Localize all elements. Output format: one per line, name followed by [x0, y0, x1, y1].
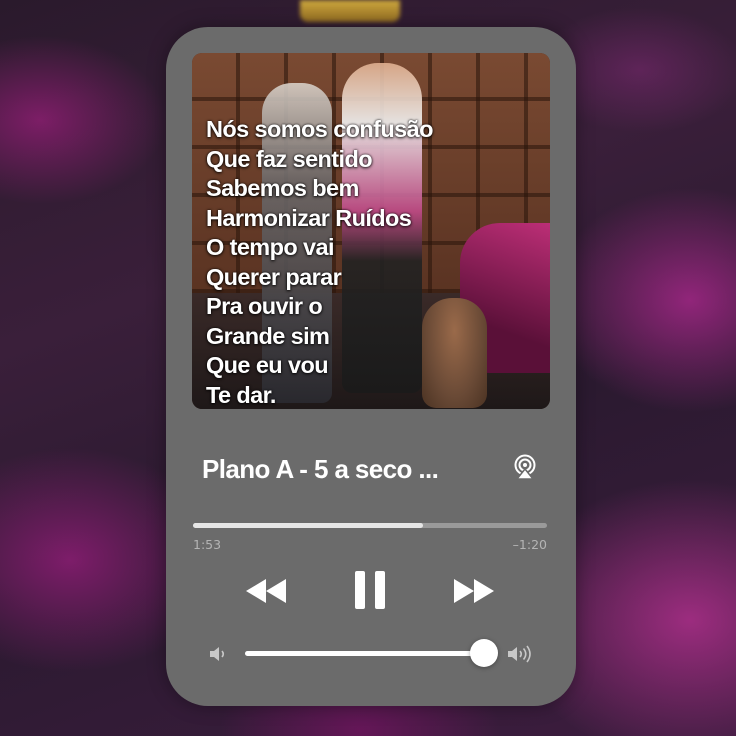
elapsed-time: 1:53 [193, 537, 222, 552]
rewind-icon [246, 579, 286, 603]
playback-progress-bar[interactable] [193, 523, 547, 528]
pause-icon [355, 571, 385, 609]
lyric-line: Te dar. [206, 381, 276, 408]
lyric-line: Querer parar [206, 263, 342, 290]
lyric-line: O tempo vai [206, 234, 335, 260]
playback-progress-fill [193, 523, 424, 528]
speaker-high-icon [506, 643, 536, 665]
volume-slider-fill [245, 651, 485, 656]
background-light [300, 0, 400, 22]
song-title[interactable]: Plano A - 5 a seco ... [202, 454, 439, 485]
lyric-line: Pra ouvir o [206, 293, 323, 319]
lyrics-overlay: Nós somos confusão Que faz sentido Sabem… [206, 115, 433, 409]
fast-forward-button[interactable] [452, 576, 496, 606]
volume-slider-knob[interactable] [470, 639, 499, 667]
airplay-audio-icon[interactable] [513, 454, 537, 480]
rewind-button[interactable] [244, 576, 288, 606]
lyric-line: Nós somos confusão [206, 116, 433, 142]
lyric-line: Sabemos bem [206, 175, 359, 201]
fast-forward-icon [454, 579, 494, 603]
lyric-line: Grande sim [206, 322, 330, 349]
speaker-low-icon [208, 644, 230, 664]
pause-button[interactable] [353, 569, 387, 611]
album-artwork: Nós somos confusão Que faz sentido Sabem… [192, 53, 550, 409]
music-player-widget: Nós somos confusão Que faz sentido Sabem… [166, 27, 576, 706]
volume-slider[interactable] [245, 639, 499, 667]
lyric-line: Que faz sentido [206, 145, 373, 172]
lyric-line: Que eu vou [206, 352, 329, 378]
lyric-line: Harmonizar Ruídos [206, 204, 412, 231]
remaining-time: –1:20 [512, 537, 547, 552]
